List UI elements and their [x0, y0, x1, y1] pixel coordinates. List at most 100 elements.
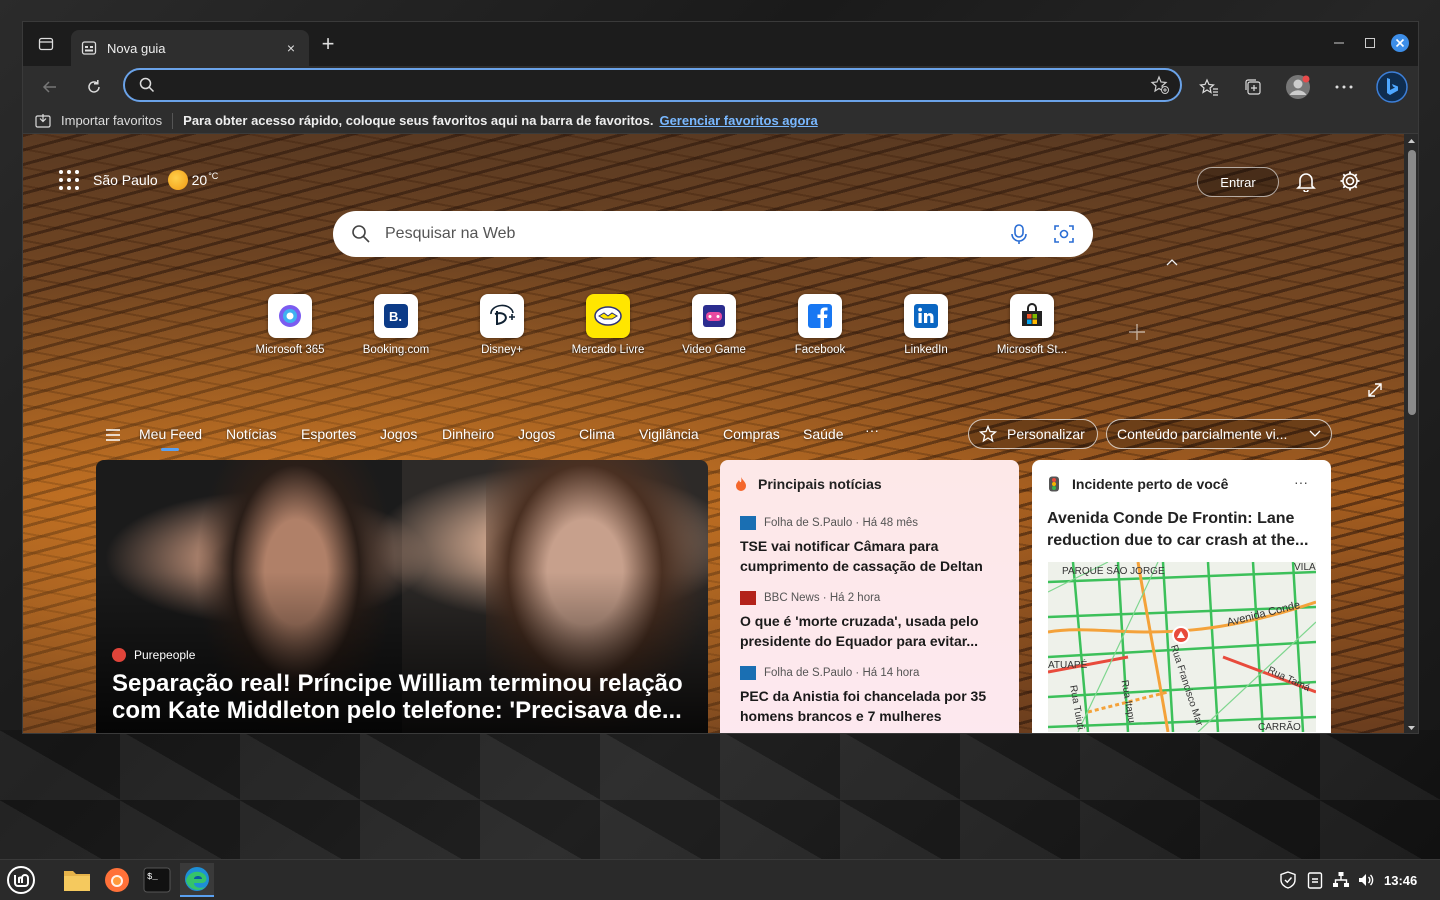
news-item[interactable]: BBC News · Há 2 hora O que é 'morte cruz…: [740, 591, 1008, 651]
news-item[interactable]: Folha de S.Paulo · Há 48 mês TSE vai not…: [740, 516, 1008, 576]
minimize-button[interactable]: [1328, 32, 1350, 54]
top-news-card: Principais notícias Folha de S.Paulo · H…: [720, 460, 1019, 733]
personalize-star-icon: [979, 425, 997, 443]
page-scrollbar[interactable]: [1404, 134, 1419, 733]
add-quick-link-button[interactable]: [1127, 322, 1147, 342]
incident-title: Incidente perto de você: [1072, 476, 1229, 492]
feed-tab-noticias[interactable]: Notícias: [226, 426, 277, 442]
profile-button[interactable]: [1283, 72, 1313, 102]
feed-tab-jogos[interactable]: Jogos: [380, 426, 417, 442]
browser-window: Nova guia × + Importar favoritos Para ob…: [22, 21, 1419, 734]
security-tray-icon[interactable]: [1278, 870, 1298, 890]
volume-tray-icon[interactable]: [1356, 870, 1376, 890]
bing-icon: [1376, 71, 1408, 103]
feed-menu-icon[interactable]: [105, 428, 121, 442]
microphone-icon[interactable]: [1009, 223, 1029, 245]
network-tray-icon[interactable]: [1331, 870, 1351, 890]
feed-tab-vigilancia[interactable]: Vigilância: [639, 426, 699, 442]
favorites-button[interactable]: [1194, 72, 1224, 102]
app-launcher-icon[interactable]: [59, 170, 79, 190]
scroll-down-icon[interactable]: [1404, 723, 1419, 733]
address-bar[interactable]: [123, 68, 1182, 102]
taskbar-edge[interactable]: [180, 863, 214, 897]
web-search-box[interactable]: Pesquisar na Web: [333, 211, 1093, 257]
collections-button[interactable]: [1238, 72, 1268, 102]
hero-headline[interactable]: Separação real! Príncipe William termino…: [112, 670, 697, 724]
traffic-incident-card[interactable]: Incidente perto de você ··· Avenida Cond…: [1032, 460, 1331, 733]
scrollbar-thumb[interactable]: [1408, 150, 1416, 415]
search-icon: [352, 225, 370, 243]
maximize-button[interactable]: [1359, 32, 1381, 54]
notifications-button[interactable]: [1295, 170, 1319, 194]
personalize-button[interactable]: Personalizar: [968, 419, 1098, 449]
chevron-down-icon: [1309, 430, 1321, 437]
news-item-title[interactable]: O que é 'morte cruzada', usada pelo pres…: [740, 611, 1008, 651]
tab-actions-button[interactable]: [33, 34, 59, 54]
purepeople-logo-icon: [112, 648, 126, 662]
expand-page-button[interactable]: [1367, 382, 1383, 398]
clipboard-tray-icon[interactable]: [1305, 870, 1325, 890]
tab-new-tab[interactable]: Nova guia ×: [71, 30, 309, 66]
manage-favorites-link[interactable]: Gerenciar favoritos agora: [659, 113, 817, 128]
quick-link-disney[interactable]: Disney+: [449, 294, 555, 356]
folha-logo-icon: [740, 666, 756, 680]
close-window-button[interactable]: [1389, 32, 1411, 54]
back-button[interactable]: [35, 72, 65, 102]
feed-tab-dinheiro[interactable]: Dinheiro: [442, 426, 494, 442]
news-item-title[interactable]: TSE vai notificar Câmara para cumpriment…: [740, 536, 1008, 576]
taskbar-clock[interactable]: 13:46: [1384, 873, 1417, 888]
mercadolivre-icon: [586, 294, 630, 338]
bing-copilot-button[interactable]: [1375, 70, 1409, 104]
quick-link-facebook[interactable]: Facebook: [767, 294, 873, 356]
tab-close-icon[interactable]: ×: [283, 40, 299, 56]
quick-link-microsoft365[interactable]: Microsoft 365: [237, 294, 343, 356]
taskbar-terminal[interactable]: $_: [140, 863, 174, 897]
weather-temperature[interactable]: 20: [192, 172, 208, 188]
page-settings-button[interactable]: [1339, 170, 1363, 194]
feed-tab-meu-feed[interactable]: Meu Feed: [139, 426, 202, 442]
traffic-map[interactable]: PARQUE SÃO JORGE VILA Avenida Conde ATUA…: [1048, 562, 1316, 732]
weather-location[interactable]: São Paulo: [93, 172, 158, 188]
desktop-pattern: [0, 730, 1440, 860]
more-icon: [1335, 85, 1353, 89]
news-item[interactable]: Folha de S.Paulo · Há 14 hora PEC da Ani…: [740, 666, 1008, 726]
maximize-icon: [1365, 38, 1375, 48]
feed-tab-clima[interactable]: Clima: [579, 426, 615, 442]
taskbar-firefox[interactable]: [100, 863, 134, 897]
signin-button[interactable]: Entrar: [1197, 167, 1279, 197]
news-item-title[interactable]: PEC da Anistia foi chancelada por 35 hom…: [740, 686, 1008, 726]
address-input[interactable]: [163, 77, 1150, 93]
incident-more-button[interactable]: ···: [1294, 474, 1308, 490]
quick-link-mercadolivre[interactable]: Mercado Livre: [555, 294, 661, 356]
settings-menu-button[interactable]: [1329, 72, 1359, 102]
taskbar-file-manager[interactable]: [60, 863, 94, 897]
quick-link-videogame[interactable]: Video Game: [661, 294, 767, 356]
feed-tab-jogos-2[interactable]: Jogos: [518, 426, 555, 442]
new-tab-button[interactable]: +: [317, 33, 339, 56]
feed-tab-saude[interactable]: Saúde: [803, 426, 843, 442]
add-favorite-icon[interactable]: [1150, 75, 1170, 95]
feed-tab-more[interactable]: ···: [865, 422, 879, 438]
refresh-button[interactable]: [79, 72, 109, 102]
incident-headline[interactable]: Avenida Conde De Frontin: Lane reduction…: [1047, 508, 1317, 552]
feed-tab-esportes[interactable]: Esportes: [301, 426, 356, 442]
tab-bar: Nova guia × +: [23, 22, 1418, 66]
news-item-meta: Folha de S.Paulo · Há 48 mês: [740, 516, 1008, 530]
import-favorites-icon: [35, 113, 51, 128]
new-tab-favicon-icon: [81, 41, 97, 55]
quick-link-microsoft-store[interactable]: Microsoft St...: [979, 294, 1085, 356]
start-menu-button[interactable]: [4, 863, 38, 897]
scroll-up-icon[interactable]: [1404, 136, 1419, 146]
edge-icon: [185, 867, 209, 891]
bbc-news-logo-icon: [740, 591, 756, 605]
content-visibility-dropdown[interactable]: Conteúdo parcialmente vi...: [1106, 419, 1332, 449]
incident-header: Incidente perto de você: [1048, 476, 1228, 492]
favorites-icon: [1199, 78, 1218, 96]
quick-link-linkedin[interactable]: LinkedIn: [873, 294, 979, 356]
visual-search-icon[interactable]: [1053, 223, 1075, 245]
collapse-chevron-icon[interactable]: [1165, 254, 1179, 266]
import-favorites-button[interactable]: Importar favoritos: [61, 113, 162, 128]
feed-tab-compras[interactable]: Compras: [723, 426, 780, 442]
hero-news-card[interactable]: Purepeople Separação real! Príncipe Will…: [96, 460, 708, 733]
quick-link-booking[interactable]: B. Booking.com: [343, 294, 449, 356]
